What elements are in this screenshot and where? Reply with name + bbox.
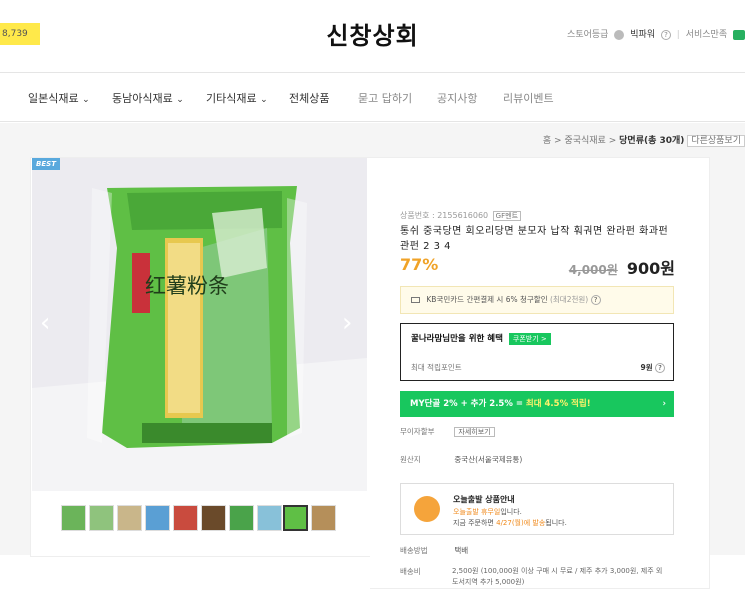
my-regular-promo-banner[interactable]: MY단골 2% + 추가 2.5% = 최대 4.5% 적립! › [400, 391, 674, 417]
product-photo-illustration: 红薯粉条 [32, 158, 367, 491]
nav-item-notice[interactable]: 공지사항 [437, 90, 477, 106]
thumbnail[interactable] [145, 505, 170, 531]
breadcrumb-separator: > [554, 136, 562, 146]
interest-free-row: 무이자할부 자세히보기 [400, 426, 495, 437]
card-promo-limit: (최대2천원) [549, 295, 589, 304]
nav-item-southeast-asian[interactable]: 동남아식재료 ⌄ [112, 90, 184, 106]
card-promo-box[interactable]: KB국민카드 간편결제 시 6% 청구할인 (최대2천원) ? [400, 286, 674, 314]
thumbnail[interactable] [257, 505, 282, 531]
credit-card-icon [411, 297, 420, 303]
best-badge: BEST [32, 158, 60, 170]
today-shipping-box: 오늘출발 상품안내 오늘출발 휴무일입니다. 지금 주문하면 4/27(월)에 … [400, 483, 674, 535]
thumbnail[interactable] [89, 505, 114, 531]
origin-value: 중국산(서울국제유통) [454, 455, 523, 464]
origin-label: 원산지 [400, 455, 421, 464]
points-label: 최대 적립포인트 [411, 363, 462, 372]
points-value: 9원 [640, 363, 653, 372]
product-name: 통쉬 중국당면 회오리당면 분모자 납작 훠궈면 완라펀 화과펀 관펀 2 3 … [400, 226, 669, 252]
breadcrumb-home[interactable]: 홈 [543, 136, 551, 146]
today-holiday-text: 오늘출발 휴무일 [453, 508, 501, 516]
points-value-wrap: 9원 ? [640, 362, 665, 373]
coupon-button[interactable]: 쿠폰받기 > [508, 333, 551, 345]
ship-method-row: 배송방법 택배 [400, 545, 468, 556]
discount-rate: 77% [400, 255, 439, 274]
help-icon[interactable]: ? [655, 363, 665, 373]
prev-image-arrow[interactable]: ‹ [40, 308, 50, 338]
today-line2-suffix: 됩니다. [545, 519, 567, 527]
help-icon[interactable]: ? [660, 29, 671, 40]
today-line1-suffix: 입니다. [500, 508, 522, 516]
product-content-area: 홈 > 중국식재료 > 당면류(총 30개) 다른상품보기 BEST 红薯粉条 [0, 123, 745, 589]
breadcrumb-separator: > [608, 136, 617, 146]
thumbnail-selected[interactable] [283, 505, 308, 531]
grade-name: 빅파워 [630, 30, 656, 40]
store-grade-label: 스토어등급 [567, 30, 609, 40]
interest-free-detail-button[interactable]: 자세히보기 [454, 427, 495, 437]
thumbnail[interactable] [201, 505, 226, 531]
next-image-arrow[interactable]: › [342, 308, 352, 338]
product-code-text: 상품번호 : 2155616060 [400, 211, 489, 220]
thumbs-up-icon [733, 29, 745, 40]
nav-item-label: 동남아식재료 [112, 92, 173, 105]
category-nav: 일본식재료 ⌄ 동남아식재료 ⌄ 기타식재료 ⌄ 전체상품 묻고 답하기 공지사… [0, 72, 745, 122]
help-icon[interactable]: ? [590, 295, 601, 305]
breadcrumb: 홈 > 중국식재료 > 당면류(총 30개) 다른상품보기 [543, 133, 745, 147]
my-promo-prefix: MY단골 2% + 추가 2.5% = [410, 399, 523, 409]
today-line2-prefix: 지금 주문하면 [453, 519, 494, 527]
nav-item-label: 일본식재료 [28, 92, 79, 105]
product-info-panel: 상품번호 : 2155616060 GF멘트 통쉬 중국당면 회오리당면 분모자… [370, 157, 710, 589]
final-price: 900원 [626, 259, 675, 278]
today-shipping-title: 오늘출발 상품안내 [453, 495, 515, 504]
nav-item-all-products[interactable]: 전체상품 [289, 90, 329, 106]
nav-item-qna[interactable]: 묻고 답하기 [358, 90, 412, 106]
nav-item-label: 기타식재료 [206, 92, 257, 105]
price-block: 4,000원 900원 [569, 255, 675, 279]
ship-fee-value: 2,500원 (100,000원 이상 구매 시 무료 / 제주 추가 3,00… [452, 567, 663, 586]
member-benefit-box: 꿀나라맘님만을 위한 혜택 쿠폰받기 > 최대 적립포인트 9원 ? [400, 323, 674, 381]
thumbnail[interactable] [173, 505, 198, 531]
chevron-down-icon: ⌄ [176, 95, 184, 105]
today-shipping-line1: 오늘출발 휴무일입니다. [453, 507, 522, 517]
card-promo-text: KB국민카드 간편결제 시 6% 청구할인 [426, 295, 548, 304]
store-grade-area: 스토어등급 빅파워 ? | 서비스만족 [564, 27, 745, 40]
ship-fee-label: 배송비 [400, 567, 421, 576]
thumbnail[interactable] [311, 505, 336, 531]
medal-icon [614, 29, 625, 40]
truck-icon [414, 496, 440, 522]
thumbnail[interactable] [61, 505, 86, 531]
nav-item-japanese[interactable]: 일본식재료 ⌄ [28, 90, 90, 106]
benefit-title: 꿀나라맘님만을 위한 혜택 쿠폰받기 > [411, 332, 551, 345]
interest-free-label: 무이자할부 [400, 427, 435, 436]
product-code: 상품번호 : 2155616060 GF멘트 [400, 210, 522, 221]
original-price: 4,000원 [568, 263, 618, 277]
chevron-down-icon: ⌄ [260, 95, 268, 105]
chevron-right-icon: › [662, 399, 666, 409]
nav-item-review-event[interactable]: 리뷰이벤트 [503, 90, 554, 106]
ship-date-text: 4/27(월)에 발송 [496, 519, 546, 527]
origin-row: 원산지 중국산(서울국제유통) [400, 454, 522, 465]
my-promo-highlight: 최대 4.5% 적립! [525, 399, 591, 409]
service-satisfaction-label: 서비스만족 [685, 30, 728, 40]
image-text-1: 红薯粉条 [145, 274, 229, 298]
ship-fee-row: 배송비 [400, 566, 452, 577]
benefit-title-text: 꿀나라맘님만을 위한 혜택 [411, 334, 503, 344]
breadcrumb-current[interactable]: 당면류(총 30개) [619, 136, 684, 146]
points-line: 최대 적립포인트 9원 ? [411, 362, 665, 373]
thumbnail[interactable] [229, 505, 254, 531]
top-bar: 8,739 신창상회 스토어등급 빅파워 ? | 서비스만족 [0, 0, 745, 72]
chevron-down-icon: ⌄ [82, 95, 90, 105]
other-products-button[interactable]: 다른상품보기 [687, 135, 745, 147]
ship-method-value: 택배 [454, 546, 469, 555]
gf-badge[interactable]: GF멘트 [492, 211, 522, 221]
ship-method-label: 배송방법 [400, 546, 428, 555]
breadcrumb-category[interactable]: 중국식재료 [564, 136, 605, 146]
thumbnail[interactable] [117, 505, 142, 531]
product-image[interactable]: BEST 红薯粉条 ‹ › [32, 158, 367, 491]
today-shipping-line2: 지금 주문하면 4/27(월)에 발송됩니다. [453, 518, 567, 528]
nav-item-other[interactable]: 기타식재료 ⌄ [206, 90, 268, 106]
